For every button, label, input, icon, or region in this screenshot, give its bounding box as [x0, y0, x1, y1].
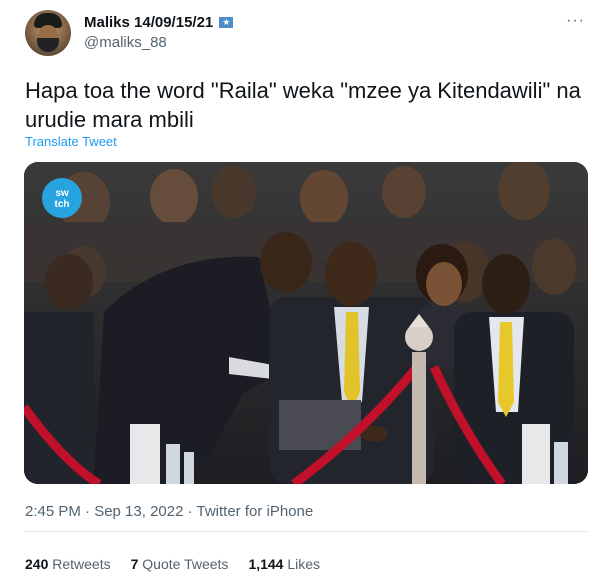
- tweet-media-image[interactable]: sw tch: [24, 162, 588, 484]
- divider: [24, 531, 588, 532]
- quotes-count: 7: [130, 556, 139, 572]
- flag-icon: ★: [219, 17, 234, 28]
- likes-label: Likes: [287, 556, 321, 572]
- author-display-name[interactable]: Maliks 14/09/15/21: [84, 14, 213, 31]
- quote-tweets-stat[interactable]: 7 Quote Tweets: [131, 556, 229, 572]
- retweets-count: 240: [25, 556, 49, 572]
- engagement-stats: 240 Retweets 7 Quote Tweets 1,144 Likes: [25, 556, 320, 572]
- translate-tweet-link[interactable]: Translate Tweet: [25, 134, 117, 149]
- quotes-label: Quote Tweets: [142, 556, 229, 572]
- more-options-icon[interactable]: ···: [566, 12, 585, 30]
- retweets-stat[interactable]: 240 Retweets: [25, 556, 111, 572]
- avatar-beard: [37, 38, 59, 52]
- author-name-row[interactable]: Maliks 14/09/15/21 ★: [84, 14, 234, 31]
- retweets-label: Retweets: [52, 556, 111, 572]
- author-handle[interactable]: @maliks_88: [84, 34, 167, 51]
- tweet-text: Hapa toa the word "Raila" weka "mzee ya …: [25, 78, 581, 132]
- author-avatar[interactable]: [25, 10, 71, 56]
- likes-stat[interactable]: 1,144 Likes: [248, 556, 320, 572]
- tweet-timestamp[interactable]: 2:45 PM · Sep 13, 2022 · Twitter for iPh…: [25, 503, 313, 520]
- media-scene: sw tch: [24, 162, 588, 484]
- svg-text:tch: tch: [55, 199, 70, 210]
- likes-count: 1,144: [248, 556, 284, 572]
- svg-text:sw: sw: [55, 188, 69, 199]
